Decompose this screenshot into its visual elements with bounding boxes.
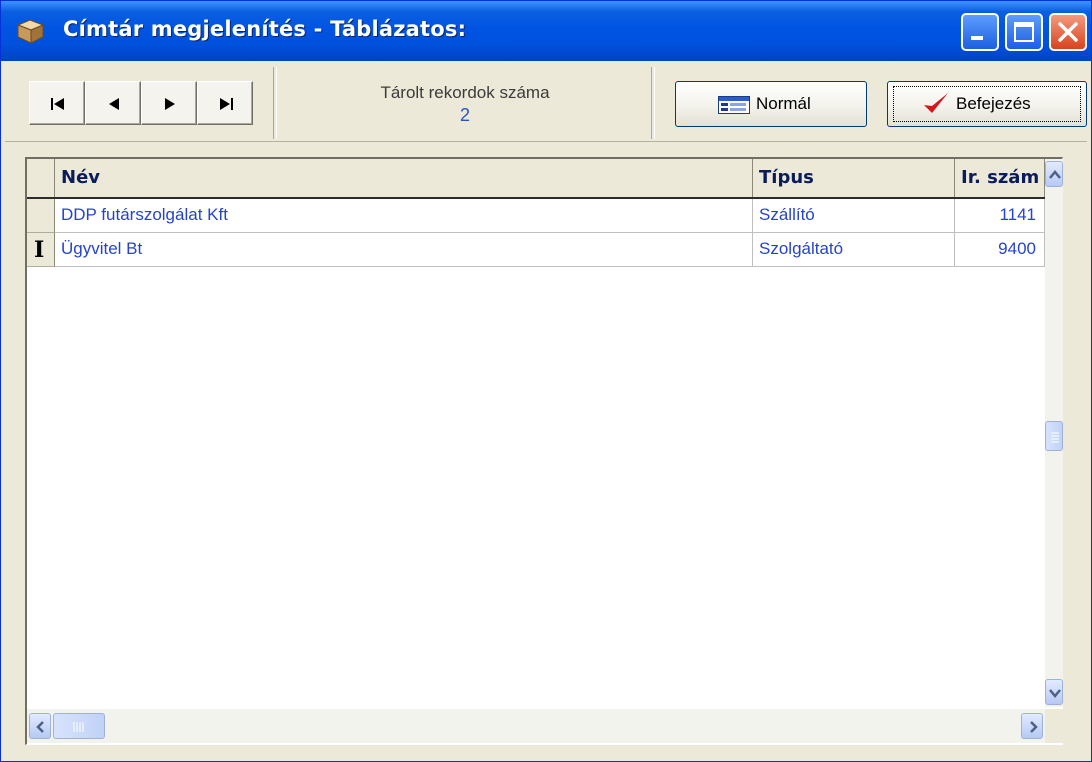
chevron-left-icon bbox=[36, 721, 44, 733]
grip-icon bbox=[1051, 432, 1059, 443]
minimize-icon bbox=[971, 36, 983, 40]
cell-name[interactable]: Ügyvitel Bt bbox=[55, 233, 753, 267]
window-title: Címtár megjelenítés - Táblázatos: bbox=[63, 17, 467, 41]
normal-button-label: Normál bbox=[756, 94, 811, 113]
vertical-scroll-thumb[interactable] bbox=[1045, 421, 1063, 451]
close-icon bbox=[1058, 22, 1078, 42]
horizontal-scrollbar[interactable] bbox=[27, 709, 1045, 743]
checkmark-icon bbox=[924, 93, 948, 113]
maximize-button[interactable] bbox=[1005, 13, 1043, 51]
normal-view-button[interactable]: Normál bbox=[675, 81, 867, 127]
toolbar: Tárolt rekordok száma 2 Normál Befejezés bbox=[5, 63, 1087, 142]
first-record-button[interactable] bbox=[29, 81, 85, 125]
form-view-icon bbox=[718, 96, 750, 114]
scroll-right-button[interactable] bbox=[1021, 713, 1043, 739]
chevron-up-icon bbox=[1049, 170, 1061, 179]
toolbar-separator bbox=[651, 67, 655, 139]
toolbar-separator bbox=[273, 67, 277, 139]
row-selector-header[interactable] bbox=[27, 159, 55, 197]
cell-type[interactable]: Szállító bbox=[753, 199, 955, 233]
last-record-button[interactable] bbox=[197, 81, 253, 125]
current-record-indicator-icon: I bbox=[34, 237, 45, 263]
row-selector[interactable] bbox=[27, 199, 55, 233]
table-row[interactable]: DDP futárszolgálat Kft Szállító 1141 bbox=[27, 199, 1045, 233]
box-icon bbox=[16, 19, 45, 44]
finish-button[interactable]: Befejezés bbox=[887, 81, 1087, 127]
data-grid: Név Típus Ir. szám DDP futárszolgálat Kf… bbox=[25, 157, 1063, 745]
row-selector[interactable]: I bbox=[27, 233, 55, 267]
vertical-scrollbar[interactable] bbox=[1045, 159, 1063, 707]
scroll-left-button[interactable] bbox=[29, 713, 51, 739]
column-header-name[interactable]: Név bbox=[55, 159, 753, 197]
last-record-icon bbox=[220, 98, 233, 110]
next-record-button[interactable] bbox=[141, 81, 197, 125]
cell-zip[interactable]: 9400 bbox=[955, 233, 1045, 267]
cell-zip[interactable]: 1141 bbox=[955, 199, 1045, 233]
cell-name[interactable]: DDP futárszolgálat Kft bbox=[55, 199, 753, 233]
previous-record-icon bbox=[109, 98, 119, 110]
scroll-up-button[interactable] bbox=[1045, 161, 1063, 187]
maximize-icon bbox=[1014, 22, 1034, 42]
scroll-down-button[interactable] bbox=[1045, 679, 1063, 705]
chevron-right-icon bbox=[1030, 721, 1038, 733]
grid-header-row: Név Típus Ir. szám bbox=[27, 159, 1045, 199]
minimize-button[interactable] bbox=[961, 13, 999, 51]
grip-icon bbox=[73, 722, 84, 732]
next-record-icon bbox=[165, 98, 175, 110]
close-button[interactable] bbox=[1049, 13, 1087, 51]
cell-type[interactable]: Szolgáltató bbox=[753, 233, 955, 267]
column-header-type[interactable]: Típus bbox=[753, 159, 955, 197]
previous-record-button[interactable] bbox=[85, 81, 141, 125]
record-count-label: Tárolt rekordok száma bbox=[380, 83, 550, 102]
finish-button-label: Befejezés bbox=[956, 94, 1031, 113]
scrollbar-corner bbox=[1045, 709, 1063, 743]
title-bar[interactable]: Címtár megjelenítés - Táblázatos: bbox=[1, 1, 1091, 61]
horizontal-scroll-thumb[interactable] bbox=[53, 713, 105, 739]
first-record-icon bbox=[51, 98, 64, 110]
chevron-down-icon bbox=[1049, 689, 1061, 698]
column-header-zip[interactable]: Ir. szám bbox=[955, 159, 1045, 197]
record-navigator bbox=[29, 81, 255, 125]
app-window: Címtár megjelenítés - Táblázatos: Tárolt… bbox=[0, 0, 1092, 762]
record-count-value: 2 bbox=[459, 105, 470, 125]
table-row[interactable]: I Ügyvitel Bt Szolgáltató 9400 bbox=[27, 233, 1045, 267]
